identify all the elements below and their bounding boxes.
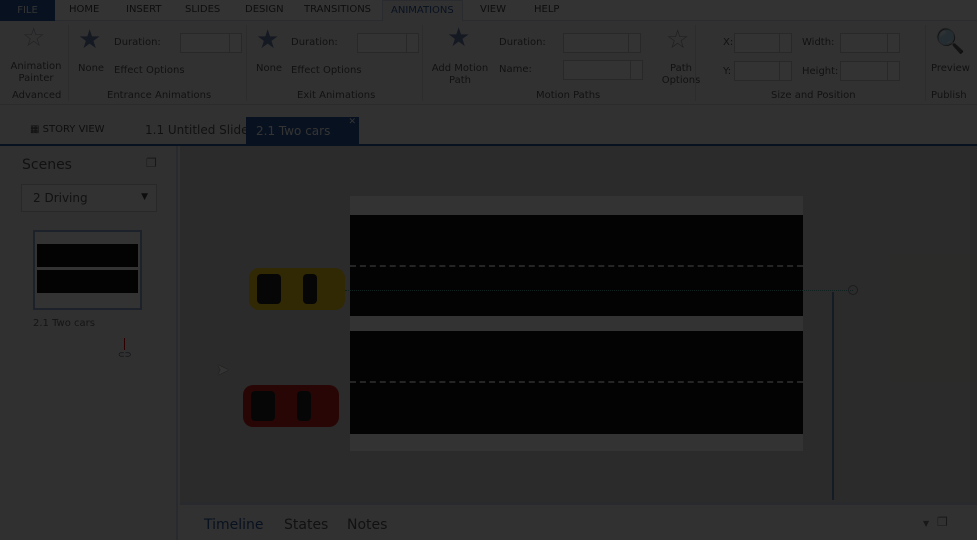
add-motion-path-button[interactable]: Add Motion Path [430, 63, 490, 87]
yellow-car[interactable] [249, 268, 345, 310]
slide-thumbnail[interactable] [33, 230, 142, 310]
tab-view[interactable]: VIEW [480, 4, 506, 15]
entrance-star-icon: ★ [78, 25, 102, 55]
restore-panel-icon[interactable]: ❐ [146, 156, 157, 170]
tab-two-cars-label: 2.1 Two cars [256, 124, 331, 138]
ribbon-tab-bar: FILE HOME INSERT SLIDES DESIGN TRANSITIO… [0, 0, 977, 21]
exit-duration-input[interactable] [357, 33, 419, 53]
width-label: Width: [802, 37, 835, 48]
entrance-effect-options[interactable]: Effect Options [114, 65, 185, 76]
height-label: Height: [802, 66, 839, 77]
exit-none-button[interactable]: None [256, 63, 282, 74]
exit-star-icon: ★ [256, 25, 280, 55]
width-input[interactable] [840, 33, 900, 53]
height-input[interactable] [840, 61, 900, 81]
preview-button[interactable]: Preview [931, 63, 970, 74]
path-options-button[interactable]: Path Options [656, 63, 706, 87]
slide-thumbnail-label: 2.1 Two cars [33, 318, 95, 329]
document-tabs: ▦ STORY VIEW 1.1 Untitled Slide 2.1 Two … [0, 106, 977, 146]
story-view-label: STORY VIEW [42, 124, 105, 135]
motion-duration-input[interactable] [563, 33, 641, 53]
ribbon: ☆ Animation Painter Advanced ★ None Dura… [0, 21, 977, 105]
group-label-size: Size and Position [771, 90, 856, 101]
tab-design[interactable]: DESIGN [245, 4, 284, 15]
x-label: X: [723, 37, 734, 48]
motion-duration-label: Duration: [499, 37, 546, 48]
guide-line [832, 292, 834, 500]
motion-path-line[interactable] [345, 290, 853, 291]
group-label-entrance: Entrance Animations [107, 90, 212, 101]
motion-name-label: Name: [499, 64, 532, 75]
entrance-duration-label: Duration: [114, 37, 161, 48]
tab-untitled-slide[interactable]: 1.1 Untitled Slide [145, 123, 248, 137]
path-options-icon: ☆ [666, 25, 690, 55]
tab-insert[interactable]: INSERT [126, 4, 161, 15]
close-icon[interactable]: ✕ [348, 117, 356, 127]
tab-home[interactable]: HOME [69, 4, 99, 15]
red-car[interactable] [243, 385, 339, 427]
slide [350, 196, 803, 451]
scenes-panel: Scenes ❐ 2 Driving ▼ 2.1 Two cars ⊂⊃ [0, 146, 178, 540]
group-label-exit: Exit Animations [297, 90, 376, 101]
x-input[interactable] [734, 33, 792, 53]
tab-help[interactable]: HELP [534, 4, 559, 15]
exit-duration-label: Duration: [291, 37, 338, 48]
tab-two-cars[interactable]: 2.1 Two cars ✕ [246, 117, 359, 146]
scene-dropdown[interactable]: 2 Driving ▼ [21, 184, 157, 212]
y-label: Y: [723, 66, 732, 77]
tab-transitions[interactable]: TRANSITIONS [304, 4, 371, 15]
bottom-panel: Timeline States Notes ▼ ❐ [180, 502, 977, 540]
motion-path-end-handle[interactable] [848, 285, 858, 295]
exit-effect-options[interactable]: Effect Options [291, 65, 362, 76]
tab-timeline[interactable]: Timeline [204, 517, 264, 533]
group-label-publish: Publish [931, 90, 967, 101]
animation-painter-button[interactable]: Animation Painter [8, 61, 64, 85]
animation-painter-icon: ☆ [22, 23, 46, 53]
entrance-none-button[interactable]: None [78, 63, 104, 74]
collapse-icon[interactable]: ▼ [923, 519, 929, 528]
story-view-tab[interactable]: ▦ STORY VIEW [30, 124, 105, 135]
entrance-duration-input[interactable] [180, 33, 242, 53]
file-tab[interactable]: FILE [0, 0, 55, 21]
tab-slides[interactable]: SLIDES [185, 4, 220, 15]
lane-marking-bottom [350, 381, 803, 383]
scenes-title: Scenes [22, 157, 72, 173]
tab-notes[interactable]: Notes [347, 517, 387, 533]
group-label-advanced: Advanced [12, 90, 62, 101]
y-input[interactable] [734, 61, 792, 81]
trigger-line [124, 338, 125, 350]
group-label-motion: Motion Paths [536, 90, 601, 101]
preview-icon: 🔍 [935, 27, 965, 55]
mouse-cursor-icon: ➤ [216, 360, 230, 379]
tab-animations[interactable]: ANIMATIONS [382, 0, 463, 21]
add-motion-path-icon: ★ [447, 23, 471, 53]
scene-dropdown-value: 2 Driving [33, 191, 88, 205]
lane-marking-top [350, 265, 803, 267]
tab-states[interactable]: States [284, 517, 328, 533]
chevron-down-icon: ▼ [141, 192, 148, 202]
restore-panel-icon[interactable]: ❐ [937, 515, 948, 529]
motion-name-input[interactable] [563, 60, 643, 80]
link-icon: ⊂⊃ [118, 350, 132, 359]
